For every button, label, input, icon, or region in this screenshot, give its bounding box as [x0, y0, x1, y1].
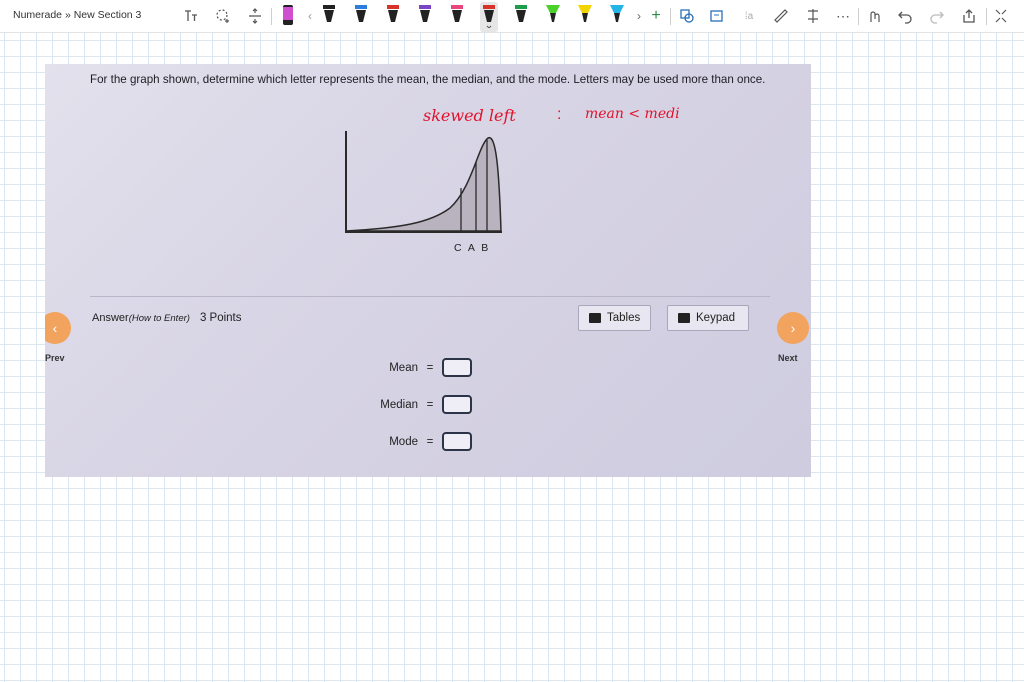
next-label[interactable]: Next [778, 353, 798, 363]
pen-black[interactable] [320, 2, 338, 28]
median-field-row: Median = [345, 395, 472, 414]
insert-space-icon[interactable] [244, 5, 266, 27]
prev-label[interactable]: Prev [45, 353, 65, 363]
pen-purple[interactable] [416, 2, 434, 28]
chevron-left-icon[interactable]: ‹ [299, 5, 321, 27]
toolbar-divider [271, 8, 272, 25]
mean-label: Mean [389, 361, 418, 374]
chevron-right-icon: › [790, 320, 796, 336]
prev-button[interactable]: ‹ [45, 312, 71, 344]
touch-draw-icon[interactable] [864, 5, 886, 27]
calculator-icon [678, 313, 690, 323]
question-photo: For the graph shown, determine which let… [45, 64, 811, 477]
mean-input[interactable] [442, 358, 472, 377]
keypad-button-label: Keypad [696, 312, 736, 324]
equals-sign: = [426, 361, 434, 374]
toolbar-divider [858, 8, 859, 25]
mode-field-row: Mode = [345, 432, 472, 451]
curve-letters: C A B [454, 242, 491, 254]
handwritten-skewed-left: skewed left [423, 106, 516, 125]
points-label: 3 Points [199, 312, 242, 324]
shapes-icon[interactable] [676, 5, 698, 27]
chevron-left-icon: ‹ [52, 320, 58, 336]
pen-blue[interactable] [352, 2, 370, 28]
tables-button[interactable]: Tables [578, 305, 652, 331]
text-mode-icon[interactable] [180, 5, 202, 27]
lasso-icon[interactable] [212, 5, 234, 27]
more-options-icon[interactable]: ⋯ [832, 5, 854, 27]
keypad-button[interactable]: Keypad [667, 305, 749, 331]
ink-to-shape-icon[interactable] [706, 5, 728, 27]
math-icon[interactable] [802, 5, 824, 27]
median-input[interactable] [442, 395, 472, 414]
redo-icon[interactable] [926, 5, 948, 27]
top-toolbar: Numerade » New Section 3 ‹ › + ⁞a ⋯ [0, 0, 1024, 33]
highlighter-yellow-2[interactable] [576, 2, 594, 28]
highlighter-yellow[interactable] [279, 2, 297, 28]
equals-sign: = [426, 398, 434, 411]
highlighter-green[interactable] [544, 2, 562, 28]
mode-input[interactable] [442, 432, 472, 451]
table-icon [589, 313, 601, 323]
add-pen-icon[interactable]: + [645, 5, 667, 27]
pen-red-selected[interactable] [480, 2, 498, 32]
distribution-curve-area [345, 137, 502, 232]
ink-to-text-icon[interactable]: ⁞a [738, 5, 760, 27]
undo-icon[interactable] [894, 5, 916, 27]
share-icon[interactable] [958, 5, 980, 27]
pen-red[interactable] [384, 2, 402, 28]
question-prompt: For the graph shown, determine which let… [90, 73, 766, 86]
next-button[interactable]: › [777, 312, 809, 344]
median-label: Median [380, 398, 418, 411]
mode-label: Mode [389, 435, 418, 448]
skewed-distribution-graph [345, 131, 502, 233]
highlighter-blue[interactable] [608, 2, 626, 28]
toolbar-divider [670, 8, 671, 25]
how-to-enter-link[interactable]: (How to Enter) [129, 313, 190, 324]
tables-button-label: Tables [607, 312, 641, 324]
pen-green[interactable] [512, 2, 530, 28]
breadcrumb[interactable]: Numerade » New Section 3 [13, 9, 141, 21]
section-divider [90, 296, 770, 297]
handwritten-mean-median: mean < medi [585, 106, 680, 122]
pen-pink[interactable] [448, 2, 466, 28]
expand-icon[interactable] [990, 5, 1012, 27]
answer-label: Answer [92, 312, 129, 324]
equals-sign: = [426, 435, 434, 448]
mean-field-row: Mean = [345, 358, 472, 377]
handwritten-colon: : [557, 106, 562, 123]
ruler-icon[interactable] [770, 5, 792, 27]
answer-header: Answer(How to Enter) 3 Points [92, 312, 242, 324]
toolbar-divider [986, 8, 987, 25]
